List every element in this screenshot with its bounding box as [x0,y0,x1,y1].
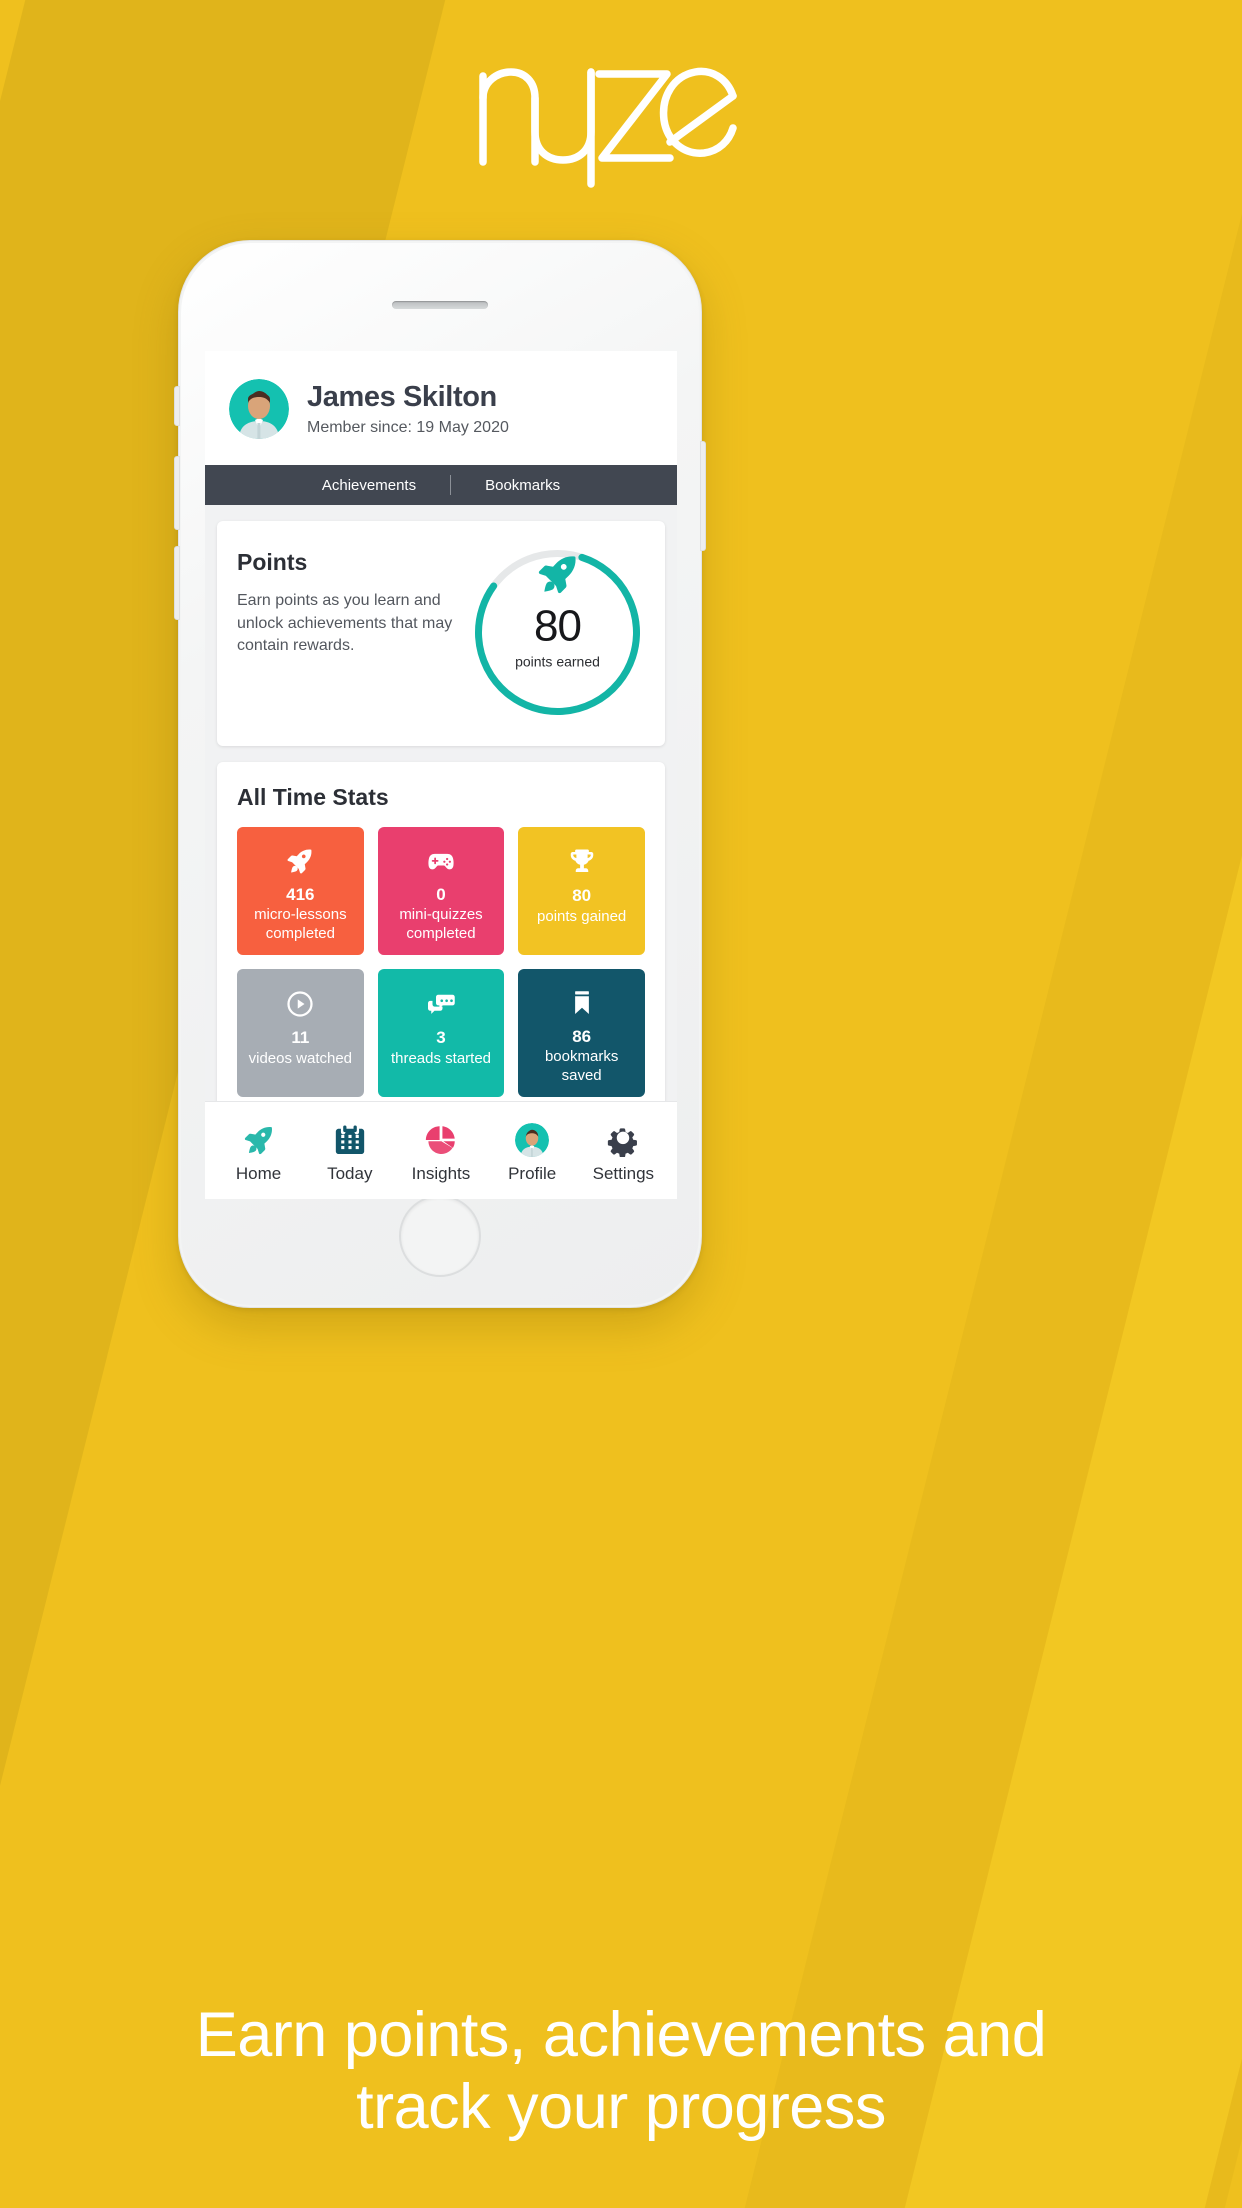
stat-tile-icon [567,983,597,1024]
stat-tile-value: 80 [572,886,592,905]
stat-tile-label: mini-quizzes completed [399,906,482,943]
phone-speaker-icon [392,301,488,309]
stat-tile-chat[interactable]: 3 threads started [377,969,505,1097]
tagline: Earn points, achievements and track your… [0,2000,1242,2144]
chat-icon [427,994,455,1014]
nav-icon-today [333,1117,367,1157]
nav-item-profile[interactable]: Profile [490,1117,574,1184]
stat-tile-play[interactable]: 11 videos watched [237,969,364,1097]
phone-volume-down-button [174,546,180,620]
stat-tile-value: 416 [286,884,315,904]
stat-tile-label-line: saved [561,1066,602,1084]
nav-item-today[interactable]: Today [308,1117,392,1184]
stat-tile-value: 0 [436,884,446,904]
gamepad-icon [428,854,454,870]
pie-chart-icon [425,1126,455,1155]
gear-icon [608,1128,638,1157]
phone-volume-up-button [174,456,180,530]
rocket-icon [538,556,576,594]
stat-tile-value: 3 [436,1028,446,1047]
tagline-line-1: Earn points, achievements and [195,2000,1047,2071]
tab-bookmarks[interactable]: Bookmarks [451,477,594,494]
profile-name: James Skilton [307,381,497,413]
points-title: Points [237,549,308,575]
nav-item-insights[interactable]: Insights [399,1117,483,1184]
background-band-right [744,0,1242,2208]
tagline-line-2: track your progress [356,2072,886,2143]
rocket-icon [244,1127,272,1155]
app-screen: James Skilton Member since: 19 May 2020 … [205,351,677,1199]
nav-label-today: Today [327,1164,373,1183]
app-logo [0,38,1242,188]
bottom-navigation: Home Today Insights Profile Settings [205,1101,677,1199]
stat-tile-value: 11 [291,1028,310,1047]
points-description: Earn points as you learn and unlock achi… [237,592,453,655]
stat-tile-label-line: completed [406,924,476,942]
phone-mockup: James Skilton Member since: 19 May 2020 … [174,240,706,1308]
points-value-label: points earned [515,653,600,670]
stat-tile-label-line: bookmarks [544,1048,619,1066]
stat-tile-icon [426,841,456,882]
stat-tile-icon [567,841,597,883]
tab-achievements[interactable]: Achievements [288,477,450,494]
nav-item-home[interactable]: Home [217,1117,301,1184]
progress-ring-center: 80 points earned [470,601,645,669]
calendar-icon [335,1125,364,1155]
stat-tile-label-line: videos watched [248,1049,353,1067]
nav-icon-insights [424,1117,458,1157]
phone-mute-switch [174,386,180,426]
rocket-icon [287,849,312,874]
bookmark-icon [574,991,589,1015]
stat-tile-label: points gained [537,908,626,926]
phone-home-button[interactable] [399,1195,481,1277]
stat-tile-icon [426,983,456,1025]
points-card: Points Earn points as you learn and unlo… [217,521,665,746]
avatar-icon [515,1123,550,1157]
points-value: 80 [534,601,582,651]
stat-tile-label-line: micro-lessons [254,906,347,924]
stats-title: All Time Stats [237,784,389,810]
stat-tile-icon [285,841,315,882]
stat-tile-gamepad[interactable]: 0 mini-quizzes completed [377,827,505,955]
stat-tile-label: threads started [391,1050,491,1068]
stats-grid: 416 micro-lessons completed 0 mini-quizzes co… [237,827,645,1097]
nav-icon-settings [606,1117,640,1157]
stat-tile-label-line: completed [265,924,335,942]
points-progress-ring: 80 points earned [470,545,645,720]
section-tabs: Achievements Bookmarks [205,465,677,505]
background-band-far-right [904,0,1242,2208]
nav-label-insights: Insights [411,1164,471,1183]
profile-member-since: Member since: 19 May 2020 [307,419,509,436]
stat-tile-label-line: mini-quizzes [399,906,483,924]
nav-icon-home [242,1117,276,1157]
all-time-stats-card: All Time Stats 416 micro-lessons completed… [217,762,665,1121]
nav-label-settings: Settings [592,1164,655,1183]
stat-tile-value: 86 [572,1026,592,1046]
stat-tile-label: micro-lessons completed [254,906,347,943]
profile-header: James Skilton Member since: 19 May 2020 [205,351,677,465]
nav-icon-profile [515,1117,550,1157]
stat-tile-label-line: threads started [390,1049,492,1067]
stat-tile-label-line: points gained [537,907,627,925]
nav-label-home: Home [235,1164,282,1183]
ryze-wordmark-icon [479,67,737,188]
stat-tile-icon [285,983,315,1025]
stat-tile-trophy[interactable]: 80 points gained [518,827,645,955]
stat-tile-label: bookmarks saved [545,1048,618,1085]
trophy-icon [570,849,593,872]
nav-item-settings[interactable]: Settings [581,1117,665,1184]
phone-power-button [700,441,706,551]
stat-tile-bookmark[interactable]: 86 bookmarks saved [518,969,645,1097]
nav-label-profile: Profile [508,1164,557,1183]
stat-tile-label: videos watched [249,1050,352,1068]
points-text-block: Points Earn points as you learn and unlo… [237,545,464,720]
stat-tile-rocket[interactable]: 416 micro-lessons completed [237,827,364,955]
avatar [229,379,289,439]
play-icon [287,991,313,1017]
